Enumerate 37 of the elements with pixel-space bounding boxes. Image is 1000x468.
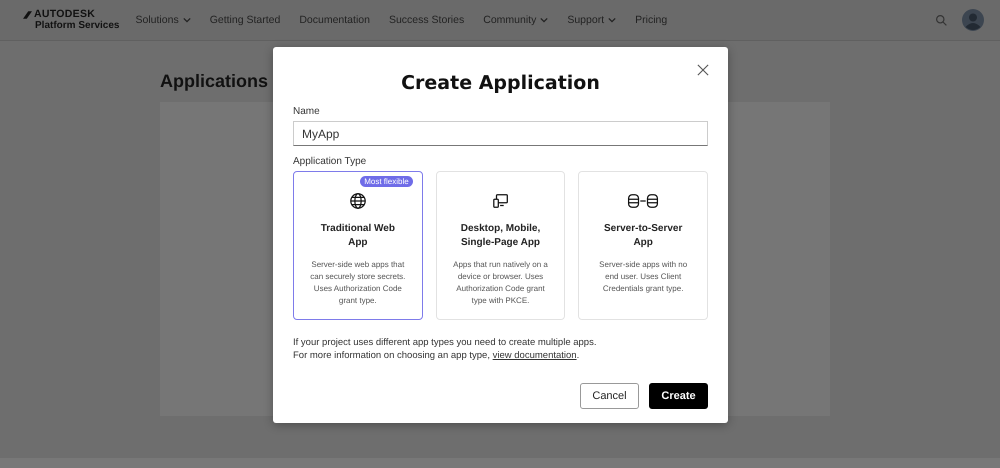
chevron-down-icon [540,17,548,23]
badge: Most flexible [360,176,413,187]
avatar-icon[interactable] [962,9,984,31]
info-text: For more information on choosing an app type, view documentation. [293,349,580,362]
chevron-down-icon [608,17,616,23]
nav-link[interactable]: Solutions [136,14,191,26]
card-description: Server-side web apps that can securely store secrets. Uses Authorization Code grant type. [309,259,406,307]
nav-link[interactable]: Getting Started [210,14,280,26]
card-title: Desktop, Mobile, Single-Page App [460,222,542,250]
chevron-down-icon [182,17,191,23]
card-title: Server-to-Server App [602,222,684,250]
view-documentation-link[interactable]: view documentation [492,350,577,361]
nav-link[interactable]: Pricing [635,14,668,26]
field-label: Application Type [293,156,368,167]
devices-icon [492,192,510,210]
nav-link[interactable]: Documentation [299,14,370,26]
app-type-card[interactable]: Desktop, Mobile, Single-Page App Apps that run natively on a device or browser. Uses Authorization Code grant type with PKCE. [436,171,566,320]
brand-logo[interactable]: AUTODESK Platform Services [23,9,120,31]
close-icon[interactable] [697,64,709,76]
cancel-button[interactable]: Cancel [580,383,639,409]
dialog-title: Create Application [400,72,601,94]
field-label: Name [293,106,321,117]
card-description: Server-side apps with no end user. Uses Client Credentials grant type. [598,259,688,295]
search-icon[interactable] [935,14,948,26]
nav-link[interactable]: Community [483,14,548,26]
nav-link[interactable]: Success Stories [388,14,464,26]
info-text: If your project uses different app types you need to create multiple apps. [293,336,598,349]
database-link-icon [627,192,660,210]
card-description: Apps that run natively on a device or browser. Uses Authorization Code grant type with PKCE. [452,259,549,307]
nav-link[interactable]: Support [567,14,616,26]
globe-icon [348,192,367,210]
app-type-card[interactable]: Server-to-Server App Server-side apps with no end user. Uses Client Credentials grant type. [578,171,708,320]
page-title: Applications [160,71,268,92]
name-input-field[interactable]: MyApp [293,121,708,146]
card-title: Traditional Web App [320,222,396,250]
create-button[interactable]: Create [649,383,708,409]
app-type-card[interactable]: Most flexible Traditional Web App Server-side web apps that can securely store secrets. Uses Authorization Code grant type. [293,171,423,320]
